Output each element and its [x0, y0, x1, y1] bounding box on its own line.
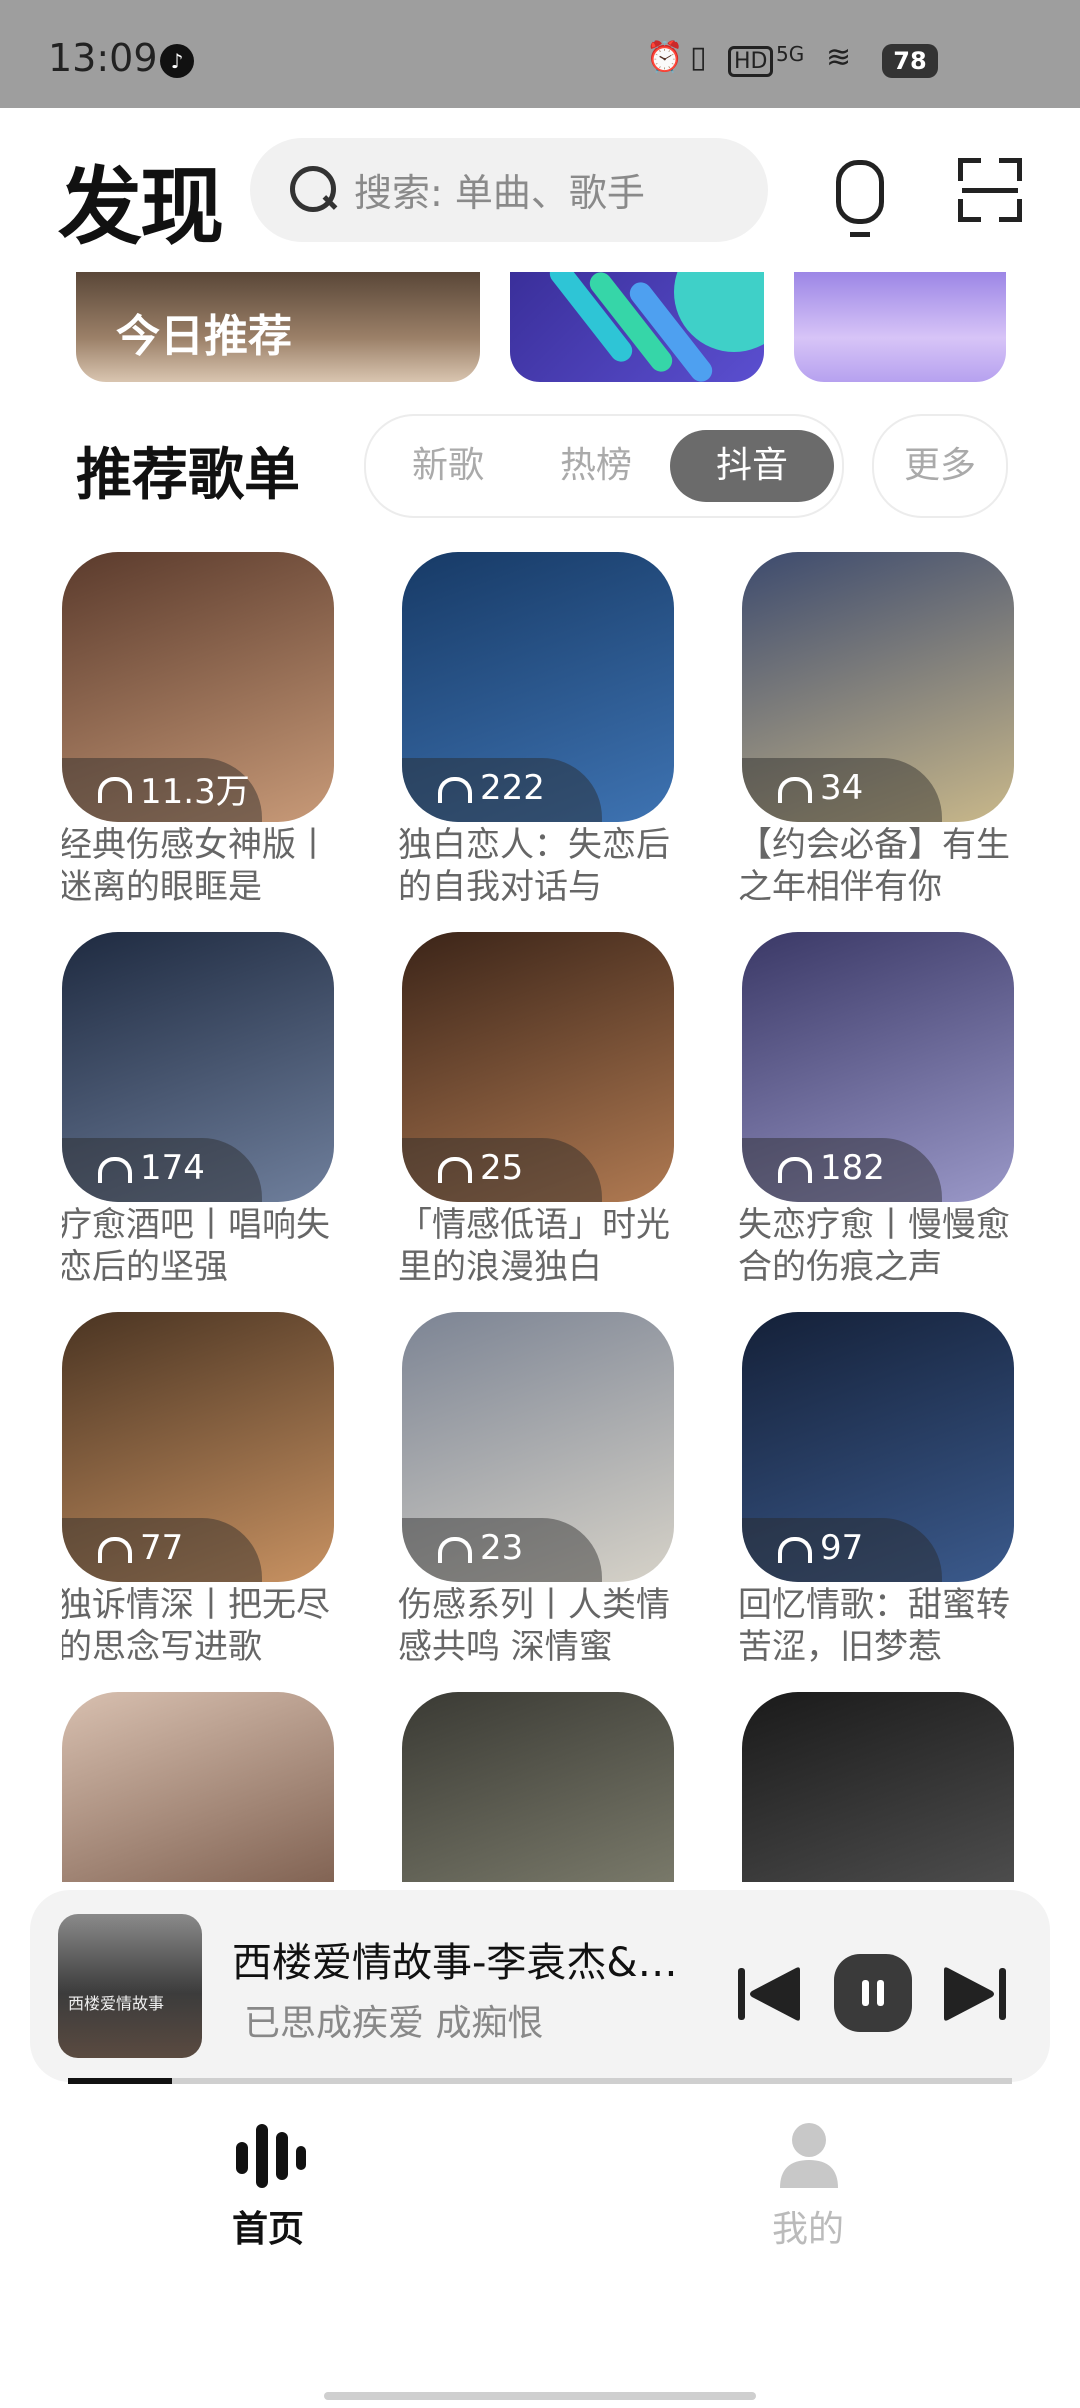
tab-group: 新歌 热榜 抖音 — [364, 414, 844, 518]
wifi-icon: ≋ — [826, 40, 852, 75]
banner-today-label: 今日推荐 — [116, 311, 292, 362]
next-track-icon[interactable] — [938, 1964, 1008, 2024]
headphone-icon — [438, 1157, 472, 1183]
vibrate-icon: ▯ — [690, 40, 707, 75]
tab-douyin[interactable]: 抖音 — [670, 430, 834, 502]
banner-carousel[interactable]: 今日推荐 — [76, 272, 1006, 382]
page-title: 发现 — [58, 158, 224, 256]
more-button[interactable]: 更多 — [872, 414, 1008, 518]
headphone-icon — [98, 777, 132, 803]
playback-progress-fill — [68, 2078, 172, 2084]
playlist-cover[interactable] — [402, 1692, 674, 1882]
alarm-icon: ⏰ — [646, 40, 684, 75]
play-count-value: 182 — [820, 1148, 885, 1188]
now-playing-lyric: 已思成疾爱 成痴恨 — [244, 2003, 544, 2044]
playlist-title[interactable]: 【约会必备】有生之年相伴有你 — [738, 824, 1022, 908]
home-waveform-icon[interactable] — [236, 2124, 308, 2188]
play-count-value: 97 — [820, 1528, 864, 1568]
play-count-value: 25 — [480, 1148, 524, 1188]
battery-indicator: 78 — [882, 44, 938, 78]
playlist-title[interactable]: 经典伤感女神版丨迷离的眼眶是 — [62, 824, 348, 908]
play-count-value: 11.3万 — [140, 771, 250, 812]
banner-today-recommend[interactable]: 今日推荐 — [76, 272, 480, 382]
status-time: 13:09 — [48, 36, 158, 80]
scan-icon[interactable] — [958, 158, 1022, 222]
play-count: 97 — [778, 1526, 863, 1570]
play-count: 182 — [778, 1146, 885, 1190]
tiktok-notification-icon: ♪ — [160, 44, 194, 78]
home-indicator[interactable] — [324, 2392, 756, 2400]
play-count-value: 77 — [140, 1528, 184, 1568]
now-playing-cover-text: 西楼爱情故事 — [68, 1994, 165, 2013]
playlist-title[interactable]: 独诉情深丨把无尽的思念写进歌 — [62, 1584, 348, 1668]
section-title: 推荐歌单 — [76, 443, 300, 508]
headphone-icon — [778, 777, 812, 803]
playlist-title[interactable]: 「情感低语」时光里的浪漫独白 — [398, 1204, 688, 1288]
play-count: 11.3万 — [98, 766, 250, 812]
headphone-icon — [438, 777, 472, 803]
play-count: 23 — [438, 1526, 523, 1570]
hd-icon: HD — [728, 46, 774, 77]
microphone-stand — [850, 222, 870, 237]
play-count: 34 — [778, 766, 863, 810]
profile-icon[interactable] — [776, 2120, 842, 2190]
play-count: 174 — [98, 1146, 205, 1190]
search-placeholder: 搜索: 单曲、歌手 — [354, 171, 645, 215]
play-count: 222 — [438, 766, 545, 810]
play-count: 25 — [438, 1146, 523, 1190]
play-count-value: 222 — [480, 768, 545, 808]
signal-5g-icon: 5G — [776, 42, 805, 66]
tab-hot-chart[interactable]: 热榜 — [536, 430, 656, 502]
playlist-cover[interactable] — [742, 1692, 1014, 1882]
headphone-icon — [778, 1157, 812, 1183]
pause-button[interactable] — [834, 1954, 912, 2032]
play-count-value: 174 — [140, 1148, 205, 1188]
headphone-icon — [778, 1537, 812, 1563]
playlist-title[interactable]: 回忆情歌：甜蜜转苦涩，旧梦惹 — [738, 1584, 1022, 1668]
previous-track-icon[interactable] — [736, 1964, 806, 2024]
microphone-icon[interactable] — [836, 160, 884, 224]
playlist-title[interactable]: 独白恋人：失恋后的自我对话与 — [398, 824, 688, 908]
nav-home-label[interactable]: 首页 — [232, 2200, 304, 2252]
play-count-value: 23 — [480, 1528, 524, 1568]
headphone-icon — [98, 1157, 132, 1183]
playback-progress-track[interactable] — [68, 2078, 1012, 2084]
playlist-title[interactable]: 疗愈酒吧丨唱响失恋后的坚强 — [62, 1204, 348, 1288]
playlist-grid: 11.3万经典伤感女神版丨迷离的眼眶是 222 独白恋人：失恋后的自我对话与 34 【约… — [62, 552, 1022, 1882]
banner-art-card[interactable] — [510, 272, 764, 382]
playlist-title[interactable]: 失恋疗愈丨慢慢愈合的伤痕之声 — [738, 1204, 1022, 1288]
tab-new-songs[interactable]: 新歌 — [388, 430, 508, 502]
headphone-icon — [98, 1537, 132, 1563]
playlist-cover[interactable] — [62, 1692, 334, 1882]
now-playing-title: 西楼爱情故事-李袁杰&… — [232, 1940, 678, 1986]
headphone-icon — [438, 1537, 472, 1563]
now-playing-cover[interactable] — [58, 1914, 202, 2058]
playlist-title[interactable]: 伤感系列丨人类情感共鸣 深情蜜 — [398, 1584, 688, 1668]
banner-portrait-card[interactable] — [794, 272, 1006, 382]
play-count: 77 — [98, 1526, 183, 1570]
play-count-value: 34 — [820, 768, 864, 808]
nav-mine-label[interactable]: 我的 — [772, 2200, 844, 2252]
